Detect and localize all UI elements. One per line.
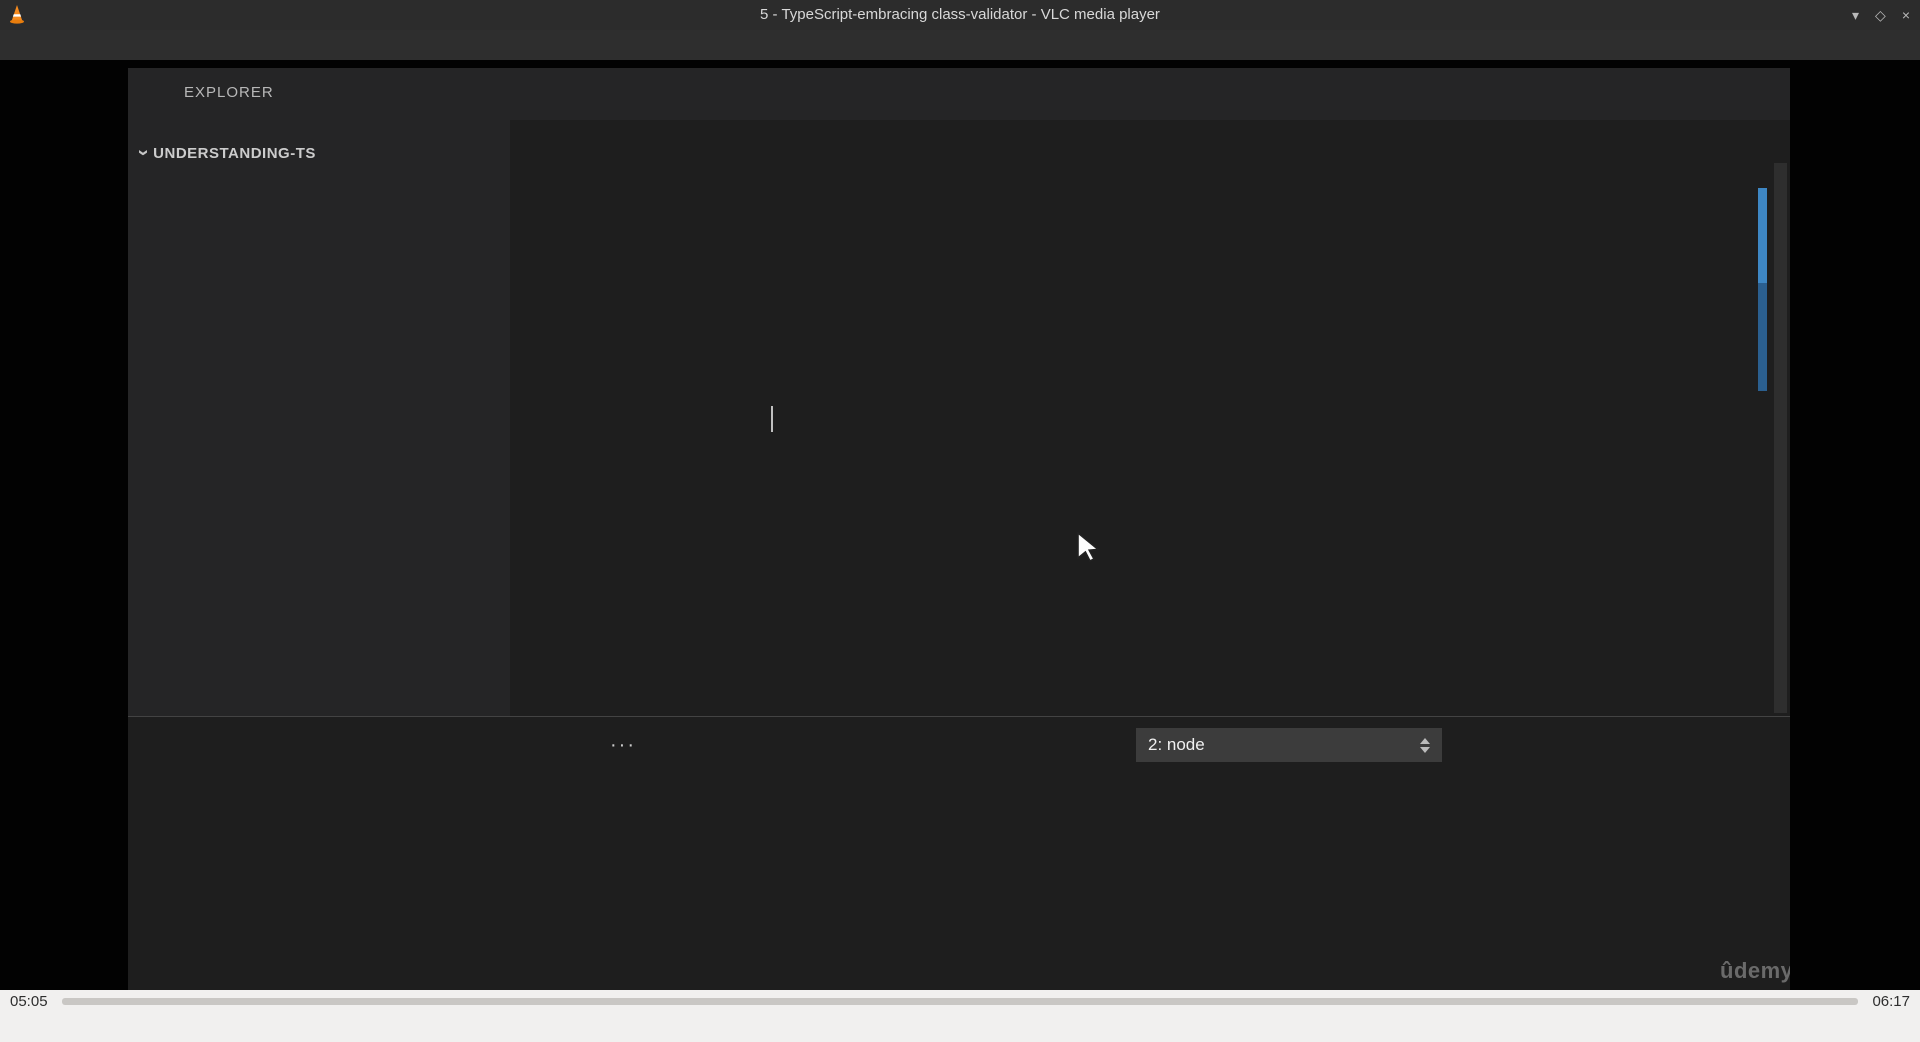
explorer-root-folder[interactable]: › UNDERSTANDING-TS <box>128 134 510 172</box>
terminal-panel: ··· 2: node <box>128 716 1790 990</box>
video-area[interactable]: EXPLORER › UNDERSTANDING-TS ··· 2: node … <box>0 60 1920 990</box>
explorer-header: EXPLORER <box>184 84 274 101</box>
code-editor[interactable] <box>510 157 1790 716</box>
explorer-root-label: UNDERSTANDING-TS <box>153 144 316 162</box>
editor-scrollbar[interactable] <box>1774 163 1787 713</box>
terminal-selector[interactable]: 2: node <box>1136 728 1442 762</box>
terminal-selector-value: 2: node <box>1148 735 1205 754</box>
menu-bar <box>0 30 1920 60</box>
chevron-down-icon: › <box>132 149 155 157</box>
window-minimize-button[interactable]: ▾ <box>1852 7 1859 24</box>
elapsed-time: 05:05 <box>10 992 48 1010</box>
vscode-window: EXPLORER › UNDERSTANDING-TS ··· 2: node … <box>128 68 1790 990</box>
panel-header: ··· 2: node <box>128 717 1790 773</box>
window-maximize-button[interactable]: ◇ <box>1875 7 1886 24</box>
breadcrumb <box>510 120 1790 166</box>
spinner-arrows-icon <box>1420 737 1430 753</box>
window-close-button[interactable]: × <box>1902 7 1910 23</box>
controls-row <box>0 1012 1920 1042</box>
vlc-window: 5 - TypeScript-embracing class-validator… <box>0 0 1920 1042</box>
seek-slider[interactable] <box>61 997 1859 1005</box>
window-buttons: ▾ ◇ × <box>1852 0 1910 30</box>
title-bar: 5 - TypeScript-embracing class-validator… <box>0 0 1920 30</box>
window-title: 5 - TypeScript-embracing class-validator… <box>760 6 1160 23</box>
mouse-cursor <box>1075 531 1103 568</box>
text-caret <box>771 406 773 432</box>
udemy-watermark: ûdemy <box>1720 958 1790 983</box>
editor-actions <box>1764 68 1790 120</box>
editor-tab-bar <box>510 68 1790 120</box>
overview-ruler-mark <box>1758 188 1767 283</box>
panel-more-icon[interactable]: ··· <box>610 734 636 757</box>
seek-row: 05:05 06:17 <box>0 990 1920 1012</box>
total-time: 06:17 <box>1872 992 1910 1010</box>
overview-ruler-mark <box>1758 283 1767 391</box>
